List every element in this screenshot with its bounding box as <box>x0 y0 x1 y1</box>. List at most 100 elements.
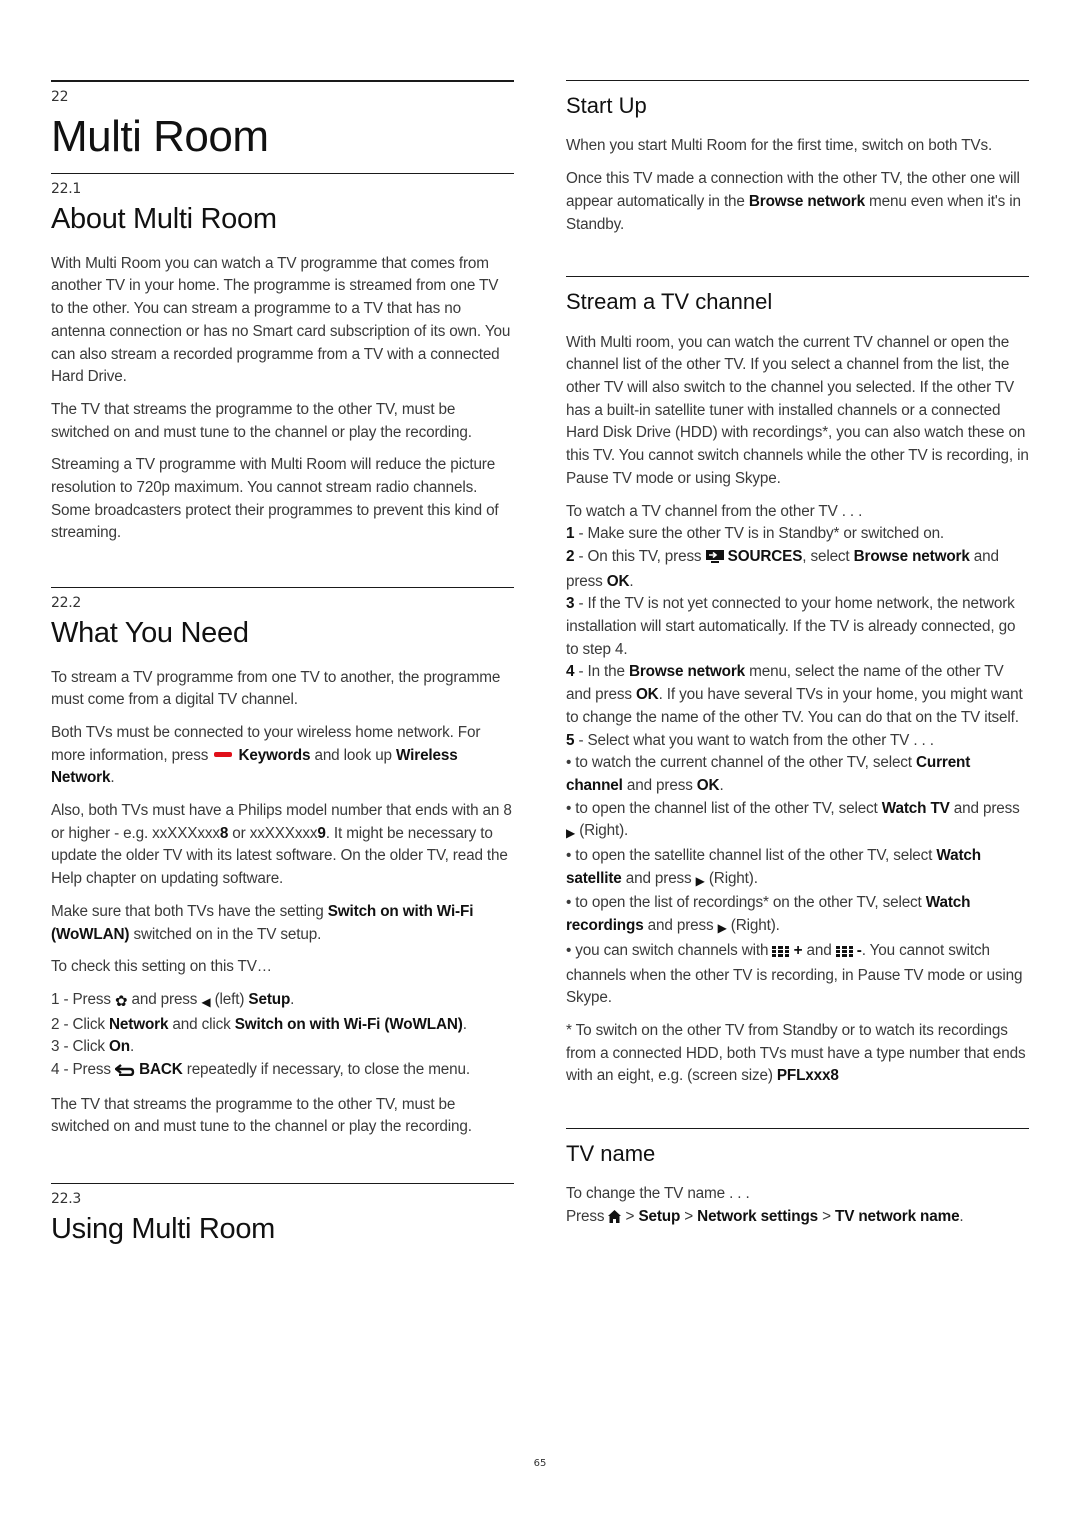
text: • to open the satellite channel list of … <box>566 847 937 865</box>
text: . <box>110 769 115 787</box>
startup-paragraph: When you start Multi Room for the first … <box>566 137 993 155</box>
stream-bullet: • to open the satellite channel list of … <box>566 845 1029 892</box>
separator: > <box>621 1208 639 1226</box>
text: - Make sure the other TV is in Standby* … <box>574 525 945 543</box>
text: and press <box>643 917 718 935</box>
text: and look up <box>310 746 397 764</box>
need-paragraph: Make sure that both TVs have the setting… <box>51 901 514 946</box>
tvname-path: Press > Setup > Network settings > TV ne… <box>566 1206 1029 1231</box>
need-paragraph: The TV that streams the programme to the… <box>51 1095 472 1136</box>
stream-step-1: 1 - Make sure the other TV is in Standby… <box>566 523 1029 546</box>
ok-term: OK <box>696 776 720 794</box>
stream-step-4: 4 - In the Browse network menu, select t… <box>566 661 1029 729</box>
channel-list-icon <box>772 942 790 965</box>
text: . <box>290 990 295 1008</box>
text: and <box>802 941 836 959</box>
section-title-using: Using Multi Room <box>51 1213 276 1246</box>
subsection-divider <box>566 276 1029 278</box>
keywords-term: Keywords <box>238 746 311 764</box>
tvname-intro: To change the TV name . . . <box>566 1185 750 1203</box>
text: and press <box>127 990 202 1008</box>
text: , select <box>802 547 854 565</box>
text: and press <box>949 799 1020 817</box>
page-number: 65 <box>533 1458 547 1469</box>
text: - Select what you want to watch from the… <box>574 731 934 749</box>
on-term: On <box>109 1038 130 1056</box>
text: . <box>129 1038 135 1056</box>
separator: > <box>818 1208 836 1226</box>
stream-bullet: • to watch the current channel of the ot… <box>566 752 1029 797</box>
stream-step-3: 3 - If the TV is not yet connected to yo… <box>566 593 1029 661</box>
section-number: 22.1 <box>51 181 81 198</box>
text: (left) <box>210 990 249 1008</box>
watch-tv-term: Watch TV <box>881 799 950 817</box>
tv-network-name-term: TV network name <box>835 1208 960 1226</box>
text: • to watch the current channel of the ot… <box>566 754 916 772</box>
text: and click <box>168 1015 235 1033</box>
about-paragraph: With Multi Room you can watch a TV progr… <box>51 254 511 386</box>
setup-term: Setup <box>638 1208 681 1226</box>
stream-footnote: * To switch on the other TV from Standby… <box>566 1020 1029 1088</box>
text: . <box>959 1208 964 1226</box>
sources-term: SOURCES <box>727 547 803 565</box>
subsection-divider <box>566 1128 1029 1130</box>
step-2: 2 - Click Network and click Switch on wi… <box>51 1014 514 1037</box>
section-number: 22.2 <box>51 595 81 612</box>
stream-step-5: 5 - Select what you want to watch from t… <box>566 730 1029 753</box>
stream-paragraph: With Multi room, you can watch the curre… <box>566 333 1029 487</box>
text: 4 - Press <box>51 1061 115 1079</box>
subsection-title-tvname: TV name <box>566 1141 656 1167</box>
triangle-right-icon: ▶ <box>566 826 576 841</box>
gear-icon: ✿ <box>114 992 128 1010</box>
text: . <box>629 572 634 590</box>
ok-term: OK <box>606 572 630 590</box>
about-paragraph: The TV that streams the programme to the… <box>51 400 472 441</box>
text: • to open the channel list of the other … <box>566 799 882 817</box>
text: repeatedly if necessary, to close the me… <box>182 1061 470 1079</box>
subsection-divider <box>566 80 1029 81</box>
text: and press <box>621 869 696 887</box>
text: (Right). <box>575 822 629 840</box>
text: . <box>719 776 724 794</box>
subsection-title-stream: Stream a TV channel <box>566 289 773 315</box>
text: 1 - Press <box>51 990 115 1008</box>
need-paragraph: To stream a TV programme from one TV to … <box>51 668 501 709</box>
stream-bullet: • you can switch channels with + and -. … <box>566 940 1029 1010</box>
subsection-title-startup: Start Up <box>566 93 647 118</box>
model-digit: 8 <box>219 824 229 842</box>
triangle-right-icon: ▶ <box>695 873 705 888</box>
step-4: 4 - Press BACK repeatedly if necessary, … <box>51 1059 514 1084</box>
text: - If the TV is not yet connected to your… <box>566 595 1016 658</box>
stream-step-2: 2 - On this TV, press SOURCES, select Br… <box>566 546 1029 593</box>
need-paragraph: To check this setting on this TV… <box>51 958 272 976</box>
home-icon <box>608 1208 622 1231</box>
browse-network-term: Browse network <box>628 663 746 681</box>
sources-icon <box>705 548 724 571</box>
channel-list-icon <box>835 942 853 965</box>
text: • to open the list of recordings* on the… <box>566 894 926 912</box>
text: - In the <box>574 663 629 681</box>
triangle-left-icon: ◀ <box>201 994 211 1009</box>
text: or xxXXXxxx <box>228 824 318 842</box>
need-paragraph: Both TVs must be connected to your wirel… <box>51 722 514 790</box>
step-3: 3 - Click On. <box>51 1036 514 1059</box>
section-divider <box>51 173 514 175</box>
setup-term: Setup <box>248 990 291 1008</box>
text: • you can switch channels with <box>566 941 773 959</box>
section-divider <box>51 587 514 589</box>
stream-bullet: • to open the channel list of the other … <box>566 798 1029 845</box>
text: and press <box>622 776 697 794</box>
section-title-about: About Multi Room <box>51 203 277 236</box>
stream-bullet: • to open the list of recordings* on the… <box>566 892 1029 939</box>
startup-paragraph: Once this TV made a connection with the … <box>566 168 1029 236</box>
step-1: 1 - Press ✿ and press ◀ (left) Setup. <box>51 989 514 1014</box>
section-divider <box>51 1183 514 1185</box>
model-digit: 9 <box>317 824 326 842</box>
text: switched on in the TV setup. <box>129 925 322 943</box>
separator: > <box>680 1208 698 1226</box>
chapter-divider <box>51 80 514 82</box>
section-number: 22.3 <box>51 1191 81 1208</box>
chapter-title: Multi Room <box>51 112 269 161</box>
section-title-need: What You Need <box>51 617 249 650</box>
about-paragraph: Streaming a TV programme with Multi Room… <box>51 456 499 542</box>
